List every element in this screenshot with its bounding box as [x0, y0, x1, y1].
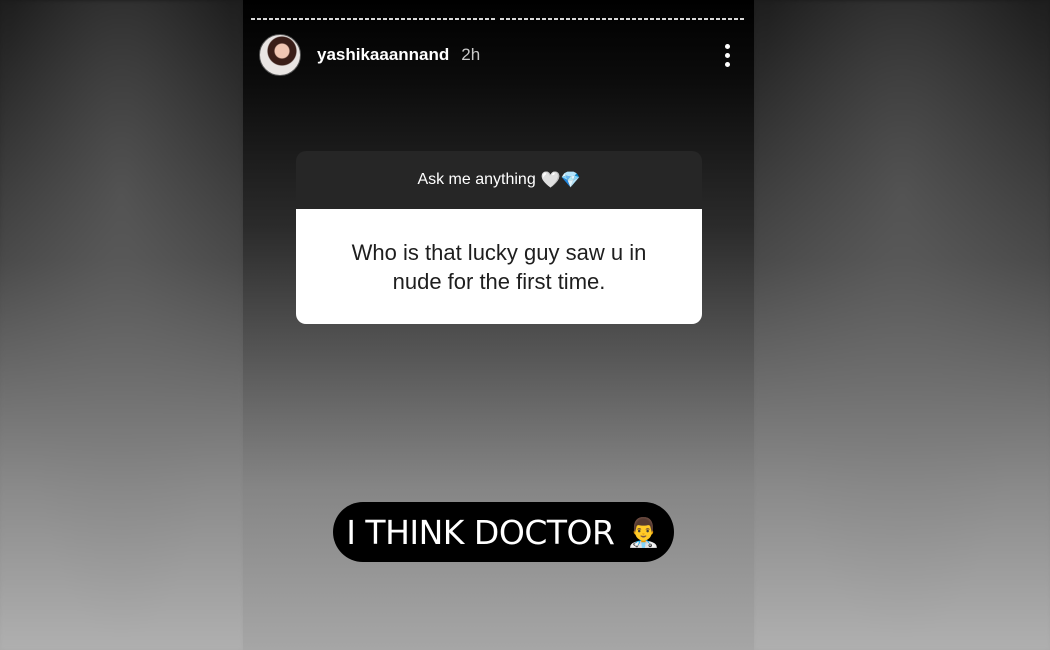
question-sticker: Ask me anything 🤍💎 Who is that lucky guy… — [296, 151, 702, 324]
progress-segment — [500, 18, 746, 20]
answer-text: I THINK DOCTOR — [346, 512, 615, 552]
background-right-blur — [754, 0, 1050, 650]
heart-gem-icon: 🤍💎 — [540, 172, 581, 189]
story-viewer[interactable]: yashikaaannand 2h Ask me anything 🤍💎 Who… — [243, 0, 754, 650]
menu-dot — [724, 52, 730, 58]
avatar[interactable] — [259, 34, 301, 76]
question-text-content: Who is that lucky guy saw u in nude for … — [351, 239, 647, 294]
timestamp: 2h — [461, 45, 481, 64]
progress-segment — [251, 18, 497, 20]
username[interactable]: yashikaaannand — [317, 45, 449, 65]
menu-dot — [724, 61, 730, 67]
background-left-blur — [0, 0, 243, 650]
doctor-icon: 👨‍⚕️ — [626, 515, 661, 549]
story-header: yashikaaannand 2h — [259, 33, 738, 77]
story-progress-bar — [251, 18, 746, 21]
question-prompt: Ask me anything 🤍💎 — [296, 151, 702, 209]
question-text: Who is that lucky guy saw u in nude for … — [296, 209, 702, 324]
menu-dot — [724, 43, 730, 49]
question-prompt-label: Ask me anything — [417, 171, 536, 188]
more-vertical-icon[interactable] — [716, 40, 738, 70]
answer-text-sticker: I THINK DOCTOR 👨‍⚕️ — [333, 502, 674, 562]
